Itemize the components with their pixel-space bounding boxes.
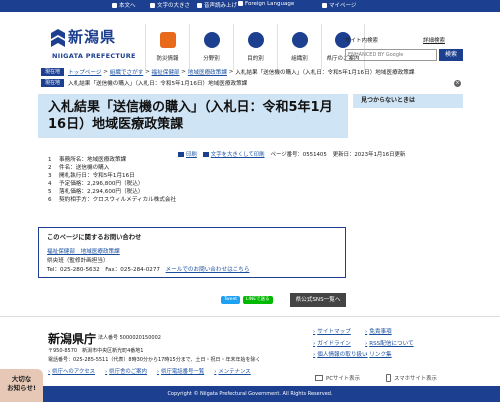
print-large-icon — [202, 152, 209, 157]
global-nav: 防災情報 分野別 目的別 組織別 県庁のご案内 — [145, 24, 365, 70]
footer-link-phonebook[interactable]: › 県庁電話番号一覧 — [157, 367, 204, 375]
breadcrumb-current-2: 入札結果「送信機の購入」（入札日：令和5年1月16日）地域医療政策課 — [68, 80, 248, 87]
important-notice-button[interactable]: 大切な お知らせ! — [0, 369, 43, 402]
nav-organization[interactable]: 組織別 — [277, 24, 321, 70]
list-item: 6 契約相手方：クロスウィルメディカル株式会社 — [48, 197, 177, 204]
list-item: 5 落札価格：2,294,600円（税込） — [48, 189, 144, 196]
breadcrumb-welfare[interactable]: 福祉保健部 — [152, 68, 180, 76]
nav-category[interactable]: 分野別 — [189, 24, 233, 70]
share-buttons: Tweet LINEで送る — [221, 296, 273, 304]
copyright: Copyright © Niigata Prefectural Governme… — [0, 386, 500, 402]
bid-result-list: 1 事務所名：地域医療政策課 2 件名：送信機の購入 3 開札執行日：令和5年1月16… — [48, 156, 176, 205]
footer-rss[interactable]: › RSS配信について — [365, 341, 414, 347]
print-large-link[interactable]: 文字を大きくして印刷 — [202, 150, 265, 158]
breadcrumb-tag-2: 現在地 — [41, 78, 65, 87]
nav-purpose[interactable]: 目的別 — [233, 24, 277, 70]
advanced-search-link[interactable]: 詳細検索 — [423, 36, 445, 44]
list-item: 3 開札執行日：令和5年1月16日 — [48, 173, 135, 180]
footer-site-links: › サイトマップ › 免責事項 › ガイドライン › RSS配信について › 個人情報の取り扱… — [313, 327, 463, 362]
organization-icon — [291, 32, 308, 48]
breadcrumb-home[interactable]: トップページ — [68, 68, 101, 76]
search-input[interactable]: ENHANCED BY Google — [345, 49, 437, 61]
sns-list-button[interactable]: 県公式SNS一覧へ — [290, 293, 346, 307]
alert-icon — [159, 32, 176, 48]
category-icon — [203, 32, 220, 48]
footer-link-maintenance[interactable]: › メンテナンス — [214, 367, 250, 375]
contact-heading: このページに関するお問い合わせ — [47, 234, 142, 241]
list-item: 4 予定価格：2,296,800円（税込） — [48, 181, 144, 188]
site-logo-english: NIIGATA PREFECTURE — [52, 52, 136, 60]
view-switch: PCサイト表示 スマホサイト表示 — [315, 374, 437, 382]
footer-phone: 電話番号：025-285-5511（代表）8時30分から17時15分まで、土日・… — [48, 357, 261, 363]
home-link[interactable]: 本文へ — [112, 1, 136, 9]
contact-mail-link[interactable]: メールでのお問い合わせはこちら — [166, 267, 250, 273]
contact-section: 県央班（監修計画担当） — [47, 258, 109, 264]
footer-org-name: 新潟県庁 — [48, 332, 97, 346]
site-header: 新潟県 NIIGATA PREFECTURE 防災情報 分野別 目的別 組織別 … — [0, 12, 500, 70]
font-icon — [150, 3, 155, 8]
speaker-icon — [197, 3, 202, 8]
tweet-button[interactable]: Tweet — [221, 296, 240, 304]
purpose-icon — [247, 32, 264, 48]
foreign-language-link[interactable]: Foreign Language — [238, 1, 294, 7]
page-meta: 印刷 文字を大きくして印刷 ページ番号：0551405 更新日：2023年1月1… — [178, 150, 405, 158]
globe-icon — [238, 1, 243, 6]
contact-phone: Tel：025-280-5632 Fax：025-284-0277 メールでのお… — [47, 267, 250, 273]
page-title: 入札結果「送信機の購入」（入札日：令和5年1月16日）地域医療政策課 — [48, 100, 333, 132]
footer-link-access[interactable]: › 県庁へのアクセス — [48, 367, 95, 375]
footer-address: 〒950-8570 新潟市中央区新光町4番地1 — [48, 348, 144, 354]
page-title-box: 入札結果「送信機の購入」（入札日：令和5年1月16日）地域医療政策課 — [38, 94, 348, 138]
footer-links-collection[interactable]: › リンク集 — [365, 352, 392, 358]
breadcrumb-tag: 現在地 — [41, 67, 65, 76]
search-label: サイト内検索 — [345, 38, 379, 44]
list-item: 2 件名：送信機の購入 — [48, 165, 110, 172]
footer-privacy[interactable]: › 個人情報の取り扱い — [313, 352, 368, 358]
updated-date: 更新日：2023年1月16日更新 — [332, 152, 406, 158]
footer-corporate-number: 法人番号 5000020150002 — [98, 335, 161, 341]
footer-sitemap[interactable]: › サイトマップ — [313, 329, 351, 335]
page-number: ページ番号：0551405 — [270, 152, 327, 158]
contact-box: このページに関するお問い合わせ 福祉保健部 地域医療政策課 県央班（監修計画担当… — [38, 227, 346, 278]
niigata-logo-icon — [51, 29, 65, 47]
breadcrumb-current: 入札結果「送信機の購入」（入札日：令和5年1月16日）地域医療政策課 — [235, 69, 415, 76]
pc-view-link[interactable]: PCサイト表示 — [315, 374, 360, 382]
smartphone-icon — [385, 374, 391, 382]
print-link[interactable]: 印刷 — [178, 150, 197, 158]
nav-disaster[interactable]: 防災情報 — [145, 24, 189, 70]
footer-disclaimer[interactable]: › 免責事項 — [365, 329, 392, 335]
smartphone-view-link[interactable]: スマホサイト表示 — [385, 374, 437, 382]
footer-guideline[interactable]: › ガイドライン — [313, 341, 351, 347]
font-size-link[interactable]: 文字の大きさ — [150, 1, 190, 9]
search-button[interactable]: 検索 — [439, 49, 463, 61]
contact-department-link[interactable]: 福祉保健部 地域医療政策課 — [47, 247, 120, 255]
breadcrumb-organization[interactable]: 組織でさがす — [110, 68, 144, 76]
print-icon — [178, 152, 184, 157]
monitor-icon — [315, 375, 323, 381]
close-icon[interactable]: × — [454, 80, 461, 87]
footer-link-guide[interactable]: › 県庁舎のご案内 — [105, 367, 147, 375]
breadcrumb: 現在地 トップページ > 組織でさがす > 福祉保健部 > 地域医療政策課 > … — [41, 66, 461, 88]
read-aloud-link[interactable]: 音声読み上げ — [197, 1, 237, 9]
footer-links: › 県庁へのアクセス › 県庁舎のご案内 › 県庁電話番号一覧 › メンテナンス — [48, 367, 251, 375]
home-icon — [112, 3, 117, 8]
user-icon — [322, 3, 327, 8]
line-share-button[interactable]: LINEで送る — [243, 296, 273, 304]
breadcrumb-department[interactable]: 地域医療政策課 — [188, 68, 227, 76]
mypage-link[interactable]: マイページ — [322, 1, 356, 9]
site-logo-text[interactable]: 新潟県 — [68, 26, 116, 47]
list-item: 1 事務所名：地域医療政策課 — [48, 157, 127, 163]
sidebar-help-heading[interactable]: 見つからないときは — [353, 94, 463, 108]
top-utility-bar: 本文へ 文字の大きさ 音声読み上げ Foreign Language マイページ — [0, 0, 500, 12]
